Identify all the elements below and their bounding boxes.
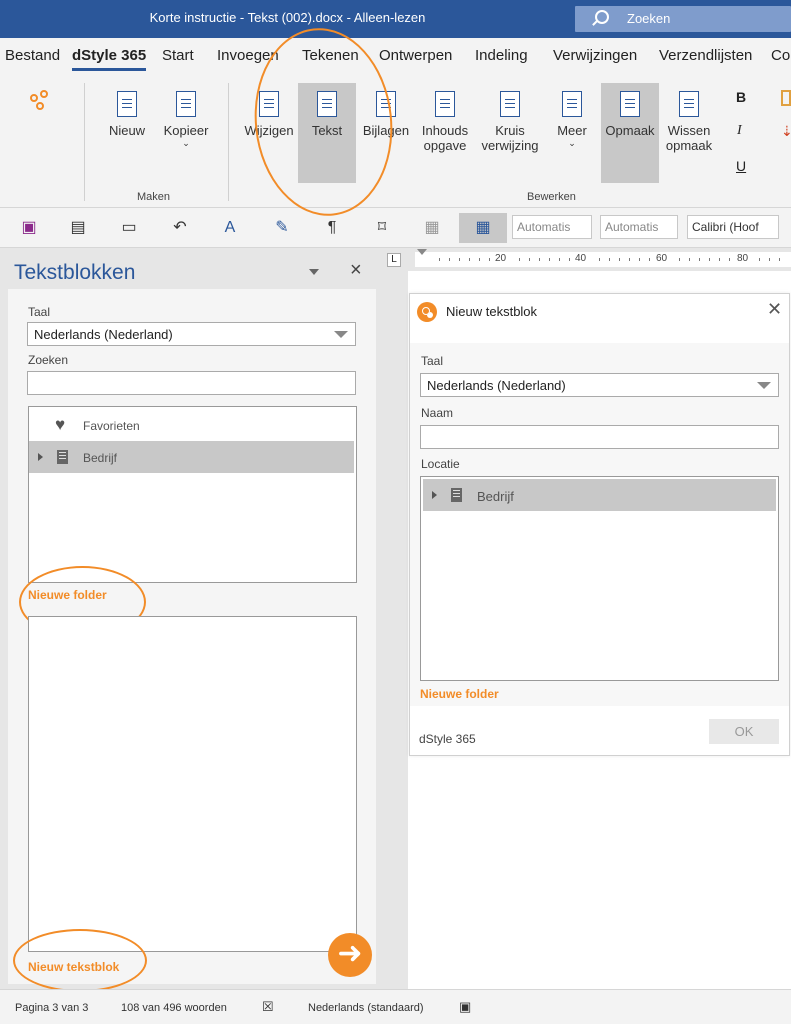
tab-start[interactable]: Start bbox=[162, 47, 194, 64]
close-icon[interactable]: ✕ bbox=[767, 299, 782, 320]
dialog-taal-select[interactable]: Nederlands (Nederland) bbox=[420, 373, 779, 397]
format-icon bbox=[620, 91, 640, 117]
group-label-maken: Maken bbox=[137, 191, 171, 203]
arrow-right-button[interactable]: ➜ bbox=[328, 933, 372, 977]
tab-ontwerpen[interactable]: Ontwerpen bbox=[379, 47, 452, 64]
dstyle-logo-icon bbox=[30, 90, 56, 116]
clear-format-icon bbox=[679, 91, 699, 117]
accessibility-icon[interactable]: ▣ bbox=[459, 999, 471, 1015]
save-icon[interactable]: ▣ bbox=[19, 218, 39, 238]
dialog-locatie-label: Locatie bbox=[421, 457, 460, 471]
tree-item-bedrijf[interactable]: Bedrijf bbox=[29, 441, 354, 473]
copy-icon bbox=[176, 91, 196, 117]
quick-toolbar: ▣ ▤ ▭ ↶ A ✎ ¶ ⌑ ▦ ▦ Automatis Automatis … bbox=[0, 208, 791, 248]
dstyle-logo-icon bbox=[417, 302, 437, 322]
font-combo[interactable]: Calibri (Hoof bbox=[687, 215, 779, 239]
title-bar: Korte instructie - Tekst (002).docx - Al… bbox=[0, 0, 791, 38]
chevron-down-icon bbox=[334, 331, 348, 338]
pane-textblock-list bbox=[28, 616, 357, 952]
dialog-naam-label: Naam bbox=[421, 406, 454, 420]
tab-bestand[interactable]: Bestand bbox=[5, 47, 60, 64]
tab-verzendlijsten[interactable]: Verzendlijsten bbox=[659, 47, 752, 64]
kruisverwijzing-button[interactable]: Kruis verwijzing bbox=[478, 91, 542, 153]
menu-bar: Bestand dStyle 365 Start Invoegen Tekene… bbox=[0, 38, 791, 75]
kopieer-button[interactable]: Kopieer ⌄ bbox=[158, 91, 214, 149]
clipboard-icon[interactable] bbox=[781, 90, 791, 106]
highlight-icon[interactable]: ✎ bbox=[272, 218, 292, 238]
dialog-new-folder-link[interactable]: Nieuwe folder bbox=[420, 687, 499, 701]
underline-button[interactable]: U bbox=[736, 158, 746, 174]
font-style-icon[interactable]: A bbox=[220, 218, 240, 238]
tab-indeling[interactable]: Indeling bbox=[475, 47, 528, 64]
tree-item-bedrijf[interactable]: Bedrijf bbox=[423, 479, 776, 511]
proofing-icon[interactable]: ☒ bbox=[262, 999, 274, 1015]
bold-button[interactable]: B bbox=[736, 89, 746, 105]
ruler: L 20 40 60 80 bbox=[381, 249, 791, 271]
tab-co[interactable]: Co bbox=[771, 47, 790, 64]
table-icon[interactable]: ▦ bbox=[459, 213, 507, 243]
dialog-location-tree: Bedrijf bbox=[420, 476, 779, 681]
highlight-circle bbox=[13, 929, 147, 992]
expand-arrow-icon[interactable] bbox=[38, 453, 43, 461]
window-title: Korte instructie - Tekst (002).docx - Al… bbox=[149, 10, 426, 25]
pane-taal-select[interactable]: Nederlands (Nederland) bbox=[27, 322, 356, 346]
chevron-down-icon bbox=[757, 382, 771, 389]
inhoudsopgave-button[interactable]: Inhouds opgave bbox=[416, 91, 474, 153]
pane-search-input[interactable] bbox=[27, 371, 356, 395]
search-box[interactable]: Zoeken bbox=[575, 6, 791, 32]
cut-icon[interactable]: ⇣ bbox=[781, 123, 791, 140]
wissen-opmaak-button[interactable]: Wissen opmaak bbox=[662, 91, 716, 153]
group-label-bewerken: Bewerken bbox=[527, 191, 576, 203]
table-grid-icon[interactable]: ▦ bbox=[422, 218, 442, 238]
open-folder-icon[interactable]: ▭ bbox=[119, 218, 139, 238]
pane-options-icon[interactable] bbox=[309, 269, 319, 275]
indent-marker-icon[interactable] bbox=[417, 249, 427, 255]
toc-icon bbox=[435, 91, 455, 117]
dialog-brand: dStyle 365 bbox=[419, 732, 476, 746]
paragraph-icon[interactable]: ¶ bbox=[322, 218, 342, 238]
pane-taal-label: Taal bbox=[28, 305, 51, 319]
bookmark-icon[interactable]: ⌑ bbox=[372, 218, 392, 238]
pane-zoeken-label: Zoeken bbox=[28, 353, 69, 367]
meer-button[interactable]: Meer ⌄ bbox=[548, 91, 596, 149]
more-icon bbox=[562, 91, 582, 117]
search-icon bbox=[595, 10, 609, 24]
dialog-naam-input[interactable] bbox=[420, 425, 779, 449]
ruler-band: 20 40 60 80 bbox=[415, 249, 791, 267]
opmaak-button[interactable]: Opmaak bbox=[601, 83, 659, 183]
word-count[interactable]: 108 van 496 woorden bbox=[121, 1002, 227, 1014]
language-indicator[interactable]: Nederlands (standaard) bbox=[308, 1002, 424, 1014]
cross-reference-icon bbox=[500, 91, 520, 117]
ok-button[interactable]: OK bbox=[709, 719, 779, 744]
ribbon: Nieuw Kopieer ⌄ Maken Wijzigen Tekst Bij… bbox=[0, 75, 791, 208]
ruler-mark: 80 bbox=[737, 253, 749, 264]
tab-verwijzingen[interactable]: Verwijzingen bbox=[553, 47, 637, 64]
pane-title: Tekstblokken bbox=[14, 261, 136, 284]
dialog-title: Nieuw tekstblok bbox=[446, 304, 538, 319]
ruler-mark: 40 bbox=[575, 253, 587, 264]
building-icon bbox=[57, 450, 68, 464]
pane-close-icon[interactable]: × bbox=[350, 259, 362, 282]
italic-button[interactable]: I bbox=[737, 123, 742, 139]
status-bar: Pagina 3 van 3 108 van 496 woorden ☒ Ned… bbox=[0, 989, 791, 1024]
style-combo-2[interactable]: Automatis bbox=[600, 215, 678, 239]
tab-dstyle[interactable]: dStyle 365 bbox=[72, 47, 147, 71]
building-icon bbox=[451, 488, 462, 502]
expand-arrow-icon[interactable] bbox=[432, 491, 437, 499]
search-label: Zoeken bbox=[627, 11, 671, 26]
nieuw-button[interactable]: Nieuw bbox=[104, 91, 150, 138]
ruler-mark: 60 bbox=[656, 253, 668, 264]
undo-icon[interactable]: ↶ bbox=[170, 218, 190, 238]
style-combo-1[interactable]: Automatis bbox=[512, 215, 592, 239]
tree-item-favorieten[interactable]: ♥ Favorieten bbox=[29, 409, 356, 441]
save-as-icon[interactable]: ▤ bbox=[68, 218, 88, 238]
ruler-mark: 20 bbox=[495, 253, 507, 264]
tab-stop-selector[interactable]: L bbox=[387, 253, 401, 267]
new-document-icon bbox=[117, 91, 137, 117]
heart-icon: ♥ bbox=[55, 415, 66, 434]
pane-folder-tree: ♥ Favorieten Bedrijf bbox=[28, 406, 357, 583]
dialog-taal-label: Taal bbox=[421, 354, 444, 368]
page-indicator[interactable]: Pagina 3 van 3 bbox=[15, 1002, 88, 1014]
